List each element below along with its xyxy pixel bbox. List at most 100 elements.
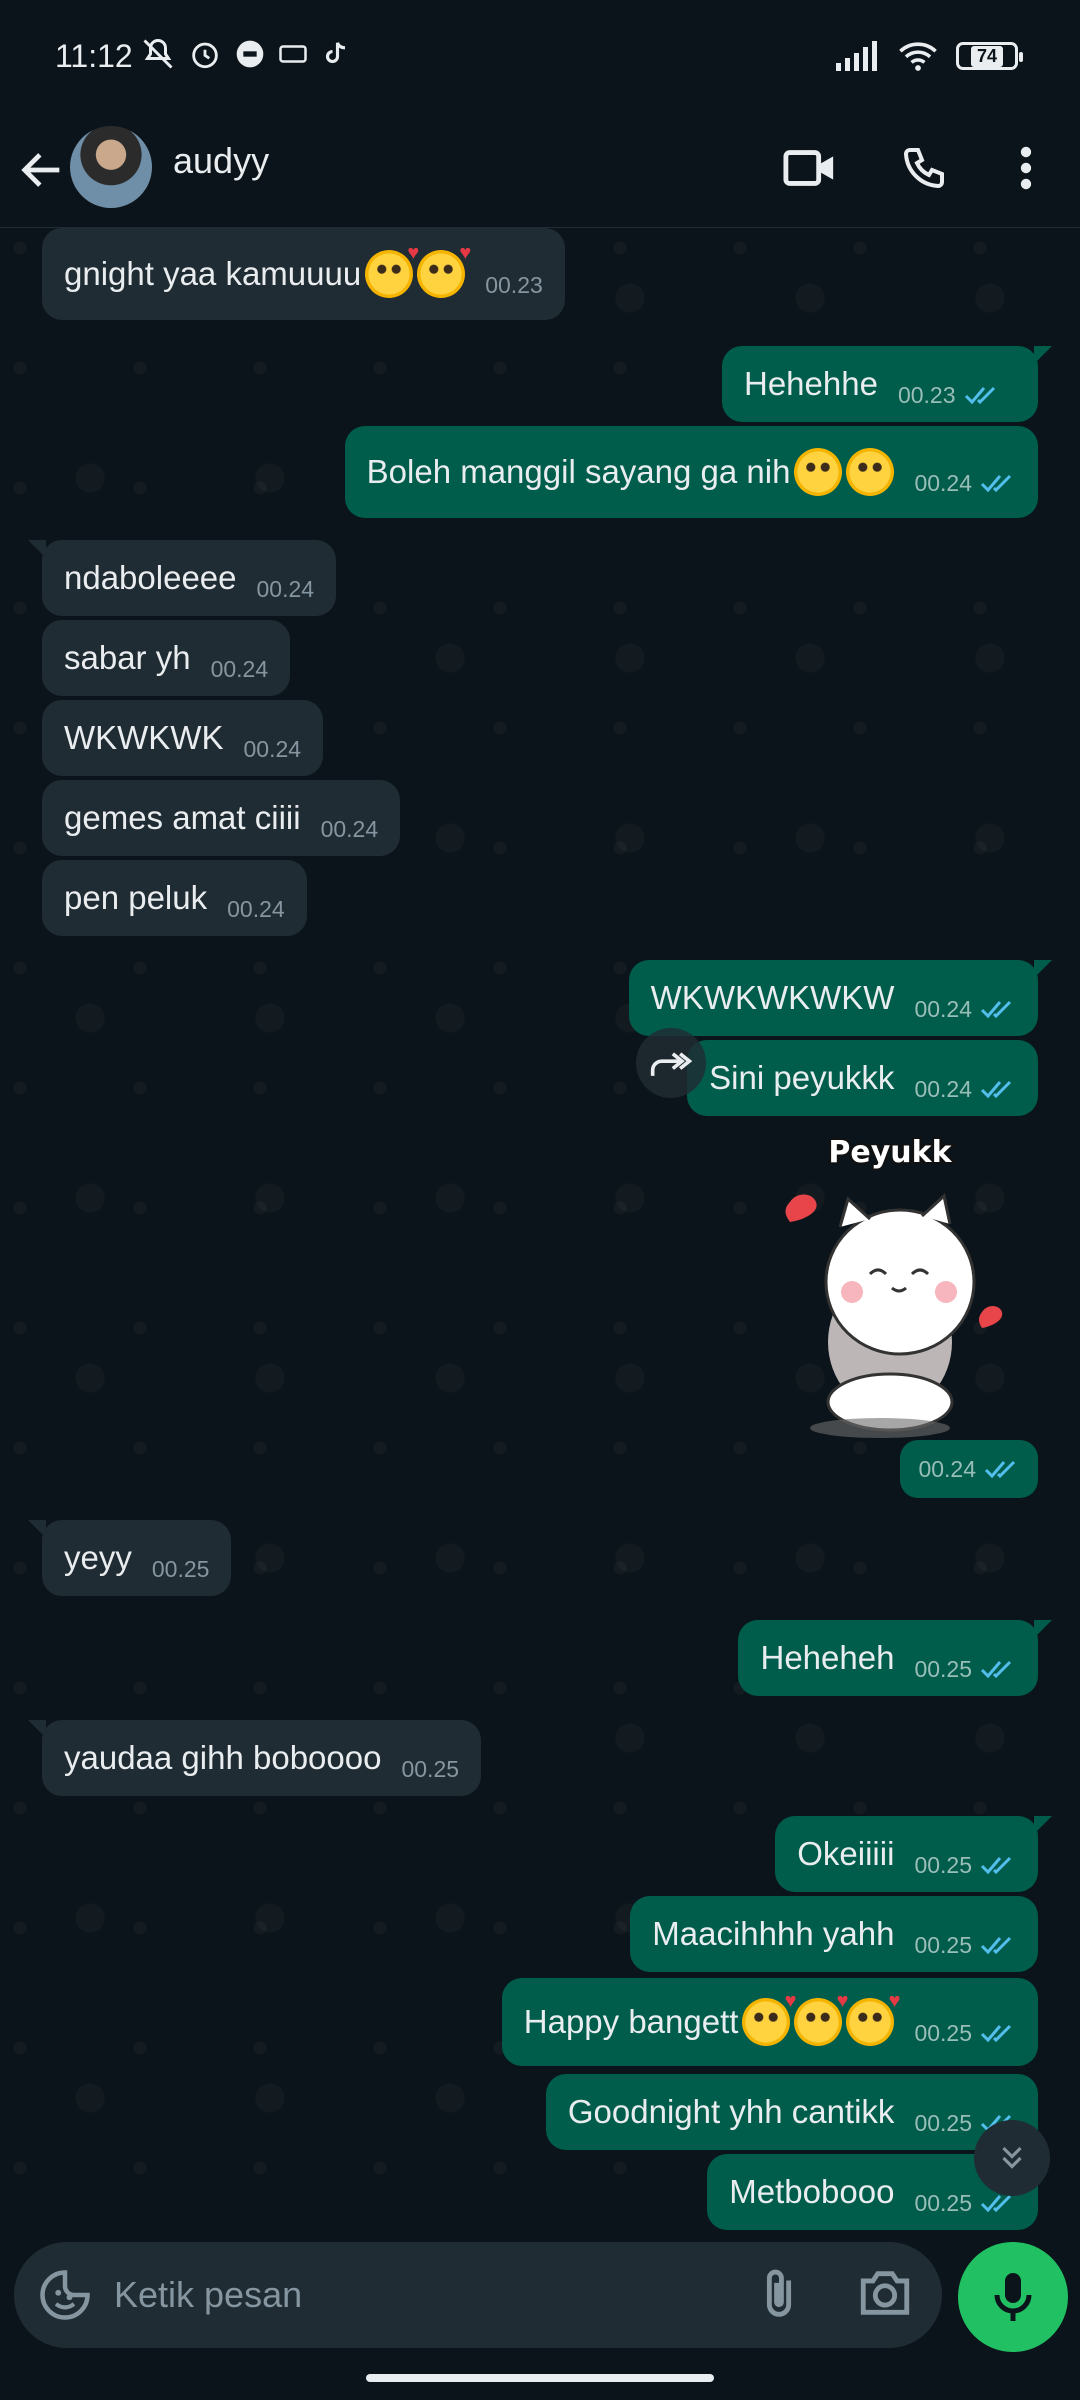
attach-button[interactable]: [750, 2266, 808, 2324]
message-time: 00.24: [227, 895, 285, 922]
message-time: 00.23: [485, 271, 543, 298]
chat-header: audyy: [0, 112, 1080, 228]
message-time: 00.25: [914, 1656, 1016, 1683]
message-text: Maacihhhh yahh: [652, 1915, 895, 1952]
notification-icons: [140, 36, 350, 72]
read-ticks-icon: [980, 1080, 1012, 1099]
message-outgoing[interactable]: Happy bangett 00.25: [501, 1978, 1038, 2066]
message-outgoing[interactable]: Maacihhhh yahh 00.25: [630, 1896, 1038, 1972]
wifi-icon: [899, 42, 937, 71]
message-time: 00.25: [151, 1555, 210, 1582]
system-nav-bar: [0, 2360, 1080, 2400]
app-notification-icon: [236, 40, 264, 68]
read-ticks-icon: [980, 1660, 1012, 1679]
message-text: gemes amat ciiii: [64, 799, 301, 836]
message-text: gnight yaa kamuuuu: [64, 255, 362, 292]
message-incoming[interactable]: yaudaa gihh boboooo 00.25: [27, 1720, 482, 1796]
camera-icon: [860, 2271, 910, 2315]
read-ticks-icon: [964, 386, 995, 405]
message-outgoing[interactable]: Boleh manggil sayang ga nih 00.24: [344, 426, 1038, 518]
read-ticks-icon: [980, 1856, 1012, 1875]
message-outgoing[interactable]: Sini peyukkk 00.24: [687, 1040, 1038, 1116]
sticker-time: 00.24: [900, 1440, 1038, 1498]
message-time: 00.24: [914, 470, 1016, 497]
message-incoming[interactable]: gnight yaa kamuuuu 00.23: [42, 228, 565, 320]
message-input[interactable]: [114, 2270, 714, 2320]
message-time: 00.24: [256, 575, 315, 602]
message-text: sabar yh: [64, 639, 191, 676]
message-time: 00.24: [918, 1455, 976, 1482]
message-incoming[interactable]: sabar yh 00.24: [42, 620, 291, 696]
read-ticks-icon: [980, 474, 1012, 493]
more-vertical-icon: [1020, 146, 1032, 190]
message-time: 00.24: [243, 735, 302, 762]
tiktok-icon: [325, 42, 346, 64]
read-ticks-icon: [980, 1000, 1012, 1019]
forward-button[interactable]: [636, 1028, 706, 1098]
chat-area[interactable]: gnight yaa kamuuuu 00.23 Hehehhe 00.23 B…: [0, 228, 1080, 2236]
message-time: 00.25: [914, 2020, 1016, 2047]
message-text: Okeiiiii: [797, 1835, 895, 1872]
message-text: WKWKWK: [64, 719, 224, 756]
message-time: 00.25: [401, 1755, 460, 1782]
love-emoji: [365, 242, 419, 298]
double-chevron-down-icon: [1002, 2146, 1022, 2169]
message-incoming[interactable]: WKWKWK 00.24: [42, 700, 324, 776]
sticker-message[interactable]: Peyukk: [770, 1132, 1010, 1442]
message-text: Goodnight yhh cantikk: [567, 2093, 895, 2130]
message-text: Heheheh: [760, 1639, 895, 1676]
message-outgoing[interactable]: Hehehhe 00.23: [722, 346, 1052, 422]
message-text: Metbobooo: [729, 2173, 895, 2210]
message-time: 00.25: [914, 1852, 1016, 1879]
message-outgoing[interactable]: Okeiiiii 00.25: [775, 1816, 1052, 1892]
alarm-icon: [192, 42, 218, 69]
message-text: yaudaa gihh boboooo: [64, 1739, 382, 1776]
message-time: 00.24: [320, 815, 379, 842]
message-time: 00.23: [898, 382, 1000, 409]
battery-icon: 74: [956, 42, 1023, 70]
video-camera-icon: [783, 150, 834, 186]
signal-icon: [836, 41, 877, 71]
message-composer: [14, 2242, 942, 2348]
message-incoming[interactable]: gemes amat ciiii 00.24: [42, 780, 401, 856]
home-gesture-handle[interactable]: [366, 2374, 714, 2382]
love-emoji: [794, 1990, 848, 2046]
message-incoming[interactable]: ndaboleeee 00.24: [27, 540, 337, 616]
message-text: WKWKWKWKW: [650, 979, 895, 1016]
status-time: 11:12: [55, 38, 133, 74]
camera-button[interactable]: [856, 2266, 918, 2324]
message-time: 00.24: [914, 1076, 1016, 1103]
sticker-caption: Peyukk: [828, 1135, 952, 1170]
voice-message-button[interactable]: [958, 2242, 1068, 2352]
message-incoming[interactable]: pen peluk 00.24: [42, 860, 307, 936]
message-text: yeyy: [64, 1539, 132, 1576]
microphone-icon: [994, 2273, 1032, 2321]
love-emoji: [417, 242, 471, 298]
mute-icon: [143, 38, 173, 69]
scroll-to-bottom-button[interactable]: [974, 2120, 1050, 2196]
video-call-button[interactable]: [778, 136, 842, 200]
message-time: 00.25: [914, 1932, 1016, 1959]
contact-name[interactable]: audyy: [173, 140, 269, 182]
avatar[interactable]: [70, 126, 152, 208]
message-text: Boleh manggil sayang ga nih: [366, 453, 791, 490]
paperclip-icon: [766, 2269, 792, 2317]
message-outgoing[interactable]: Goodnight yhh cantikk 00.25: [545, 2074, 1038, 2150]
message-outgoing[interactable]: Heheheh 00.25: [738, 1620, 1052, 1696]
message-text: Happy bangett: [523, 2003, 739, 2040]
emoji-button[interactable]: [38, 2268, 92, 2322]
message-text: Sini peyukkk: [709, 1059, 895, 1096]
read-ticks-icon: [980, 1936, 1012, 1955]
message-incoming[interactable]: yeyy 00.25: [27, 1520, 232, 1596]
voice-call-button[interactable]: [892, 136, 956, 200]
read-ticks-icon: [984, 1460, 1016, 1479]
more-options-button[interactable]: [996, 136, 1056, 200]
phone-icon: [903, 148, 944, 189]
sticker-emoji-icon: [40, 2270, 90, 2320]
love-emoji: [846, 1990, 900, 2046]
system-icons: 74: [836, 40, 1023, 72]
message-outgoing[interactable]: WKWKWKWKW 00.24: [628, 960, 1053, 1036]
back-button[interactable]: [16, 140, 76, 200]
battery-level: 74: [970, 45, 1004, 67]
message-text: ndaboleeee: [64, 559, 237, 596]
